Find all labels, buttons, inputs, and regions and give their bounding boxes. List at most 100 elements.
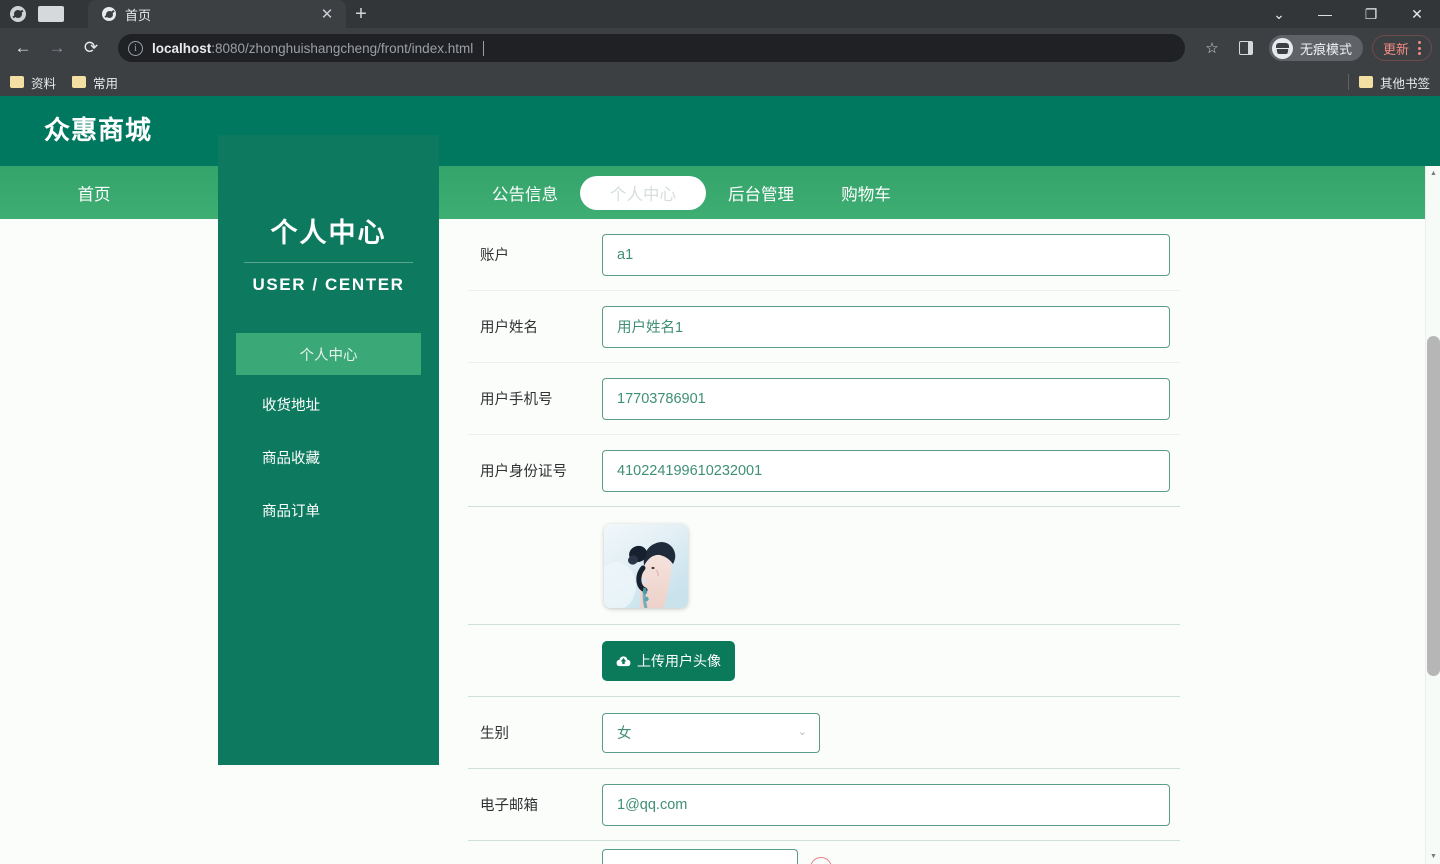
tabstrip-lead xyxy=(0,0,88,28)
other-bookmarks-item[interactable]: 其他书签 xyxy=(1358,73,1430,92)
phone-input[interactable] xyxy=(602,377,1170,420)
folder-icon xyxy=(72,76,87,88)
browser-tab[interactable]: 首页 ✕ xyxy=(88,0,346,28)
account-input[interactable] xyxy=(602,233,1170,276)
incognito-icon xyxy=(1271,37,1293,59)
side-panel-icon[interactable] xyxy=(1238,41,1253,55)
toolbar-right: ☆ 无痕模式 更新 xyxy=(1197,35,1432,61)
field-username xyxy=(602,305,1180,348)
scroll-up-arrow[interactable]: ▲ xyxy=(1426,166,1440,181)
nav-item-cart[interactable]: 购物车 xyxy=(816,176,916,210)
nav-item-home[interactable]: 首页 xyxy=(44,176,144,210)
divider xyxy=(1347,74,1349,90)
form-row-partial xyxy=(468,841,1180,864)
chevron-down-icon[interactable]: ⌄ xyxy=(1256,0,1302,28)
avatar[interactable] xyxy=(604,523,688,608)
profile-form: 账户 用户姓名 用户手机号 xyxy=(468,219,1180,864)
browser-toolbar: ← → ⟳ i localhost:8080/zhonghuishangchen… xyxy=(0,28,1440,68)
new-tab-button[interactable]: + xyxy=(346,0,376,28)
browser-window: 首页 ✕ + ⌄ — ❐ ✕ ← → ⟳ i localhost:8080/zh… xyxy=(0,0,1440,864)
email-input[interactable] xyxy=(602,783,1170,826)
bookmarks-bar: 资料 常用 其他书签 xyxy=(0,68,1440,96)
nav-item-user-center[interactable]: 个人中心 xyxy=(580,175,706,210)
sidebar-item-user-center[interactable]: 个人中心 xyxy=(236,333,421,375)
incognito-badge[interactable]: 无痕模式 xyxy=(1268,35,1363,61)
gender-select-wrap[interactable]: 女 ⌄ xyxy=(602,712,820,753)
tab-strip: 首页 ✕ + ⌄ — ❐ ✕ xyxy=(0,0,1440,28)
form-row-avatar xyxy=(468,507,1180,625)
folder-icon xyxy=(10,76,24,88)
sidebar-item-orders[interactable]: 商品订单 xyxy=(236,488,421,533)
nav-item-announcements[interactable]: 公告信息 xyxy=(470,176,580,210)
label-idcard: 用户身份证号 xyxy=(480,464,567,480)
address-bar-url: localhost:8080/zhonghuishangcheng/front/… xyxy=(152,41,473,56)
gender-select[interactable]: 女 xyxy=(602,712,820,753)
window-tab-search-icon[interactable] xyxy=(38,6,64,22)
field-upload: 上传用户头像 xyxy=(602,640,1180,681)
label-username: 用户姓名 xyxy=(480,320,538,336)
window-controls: ⌄ — ❐ ✕ xyxy=(1256,0,1440,28)
sidebar-item-address[interactable]: 收货地址 xyxy=(236,382,421,427)
close-icon[interactable]: ✕ xyxy=(318,5,336,23)
field-gender: 女 ⌄ xyxy=(602,712,1180,753)
page-viewport: 众惠商城 首页 论坛 商品 公告信息 个人中心 后台管理 购物车 专业毕业设计代… xyxy=(0,96,1440,864)
more-menu-icon[interactable] xyxy=(1415,41,1424,55)
maximize-button[interactable]: ❐ xyxy=(1348,0,1394,28)
other-bookmarks-label: 其他书签 xyxy=(1379,76,1430,91)
bookmark-item[interactable]: 资料 xyxy=(10,73,56,92)
favicon-icon xyxy=(102,7,116,21)
bookmark-item[interactable]: 常用 xyxy=(72,73,118,92)
idcard-input[interactable] xyxy=(602,449,1170,492)
scrollbar-thumb[interactable] xyxy=(1427,336,1440,676)
forward-button[interactable]: → xyxy=(42,33,72,63)
bookmark-star-icon[interactable]: ☆ xyxy=(1197,39,1227,57)
chevron-down-icon[interactable]: ⌄ xyxy=(798,725,807,738)
form-row-gender: 生别 女 ⌄ xyxy=(468,697,1180,769)
back-button[interactable]: ← xyxy=(8,33,38,63)
form-row-account: 账户 xyxy=(468,219,1180,291)
refresh-captcha-icon[interactable] xyxy=(810,857,832,864)
partial-input[interactable] xyxy=(602,849,798,864)
form-row-phone: 用户手机号 xyxy=(468,363,1180,435)
scroll-down-arrow[interactable]: ▼ xyxy=(1426,849,1440,864)
user-center-sidebar: 个人中心 USER / CENTER 个人中心 收货地址 商品收藏 商品订单 xyxy=(218,135,439,765)
field-account xyxy=(602,233,1180,276)
other-bookmarks[interactable]: 其他书签 xyxy=(1347,73,1430,92)
site-title: 众惠商城 xyxy=(44,115,153,145)
minimize-button[interactable]: — xyxy=(1302,0,1348,28)
sidebar-subtitle: USER / CENTER xyxy=(252,275,405,294)
reload-button[interactable]: ⟳ xyxy=(76,33,106,63)
form-row-username: 用户姓名 xyxy=(468,291,1180,363)
field-phone xyxy=(602,377,1180,420)
url-host: localhost xyxy=(152,40,212,56)
update-button[interactable]: 更新 xyxy=(1371,35,1432,61)
form-row-email: 电子邮箱 xyxy=(468,769,1180,841)
site-nav: 首页 论坛 商品 公告信息 个人中心 后台管理 购物车 xyxy=(0,166,1440,219)
label-email: 电子邮箱 xyxy=(480,798,538,814)
url-path: :8080/zhonghuishangcheng/front/index.htm… xyxy=(211,40,474,56)
username-input[interactable] xyxy=(602,305,1170,348)
text-caret xyxy=(483,40,485,56)
field-email xyxy=(602,783,1180,826)
label-gender: 生别 xyxy=(480,726,509,742)
page-info-icon[interactable]: i xyxy=(128,40,143,56)
sidebar-menu: 个人中心 收货地址 商品收藏 商品订单 xyxy=(236,333,421,533)
nav-item-admin[interactable]: 后台管理 xyxy=(706,176,816,210)
chrome-logo-icon xyxy=(10,6,26,22)
update-label: 更新 xyxy=(1382,41,1409,57)
tab-title: 首页 xyxy=(125,7,152,23)
site-header: 众惠商城 xyxy=(0,96,1440,166)
close-window-button[interactable]: ✕ xyxy=(1394,0,1440,28)
upload-avatar-label: 上传用户头像 xyxy=(637,652,721,669)
page-scrollbar[interactable]: ▲ ▼ xyxy=(1425,166,1440,864)
bookmark-label: 常用 xyxy=(93,76,119,91)
label-account: 账户 xyxy=(480,248,509,264)
sidebar-item-favorites[interactable]: 商品收藏 xyxy=(236,435,421,480)
upload-avatar-button[interactable]: 上传用户头像 xyxy=(602,640,735,681)
page-body: 专业毕业设计代做 个人中心 USER / CENTER 个人中心 收货地址 商品… xyxy=(0,135,1440,864)
label-phone: 用户手机号 xyxy=(480,392,553,408)
form-row-idcard: 用户身份证号 xyxy=(468,435,1180,507)
address-bar[interactable]: i localhost:8080/zhonghuishangcheng/fron… xyxy=(118,34,1185,62)
cloud-upload-icon xyxy=(616,655,631,666)
folder-icon xyxy=(1358,76,1373,88)
